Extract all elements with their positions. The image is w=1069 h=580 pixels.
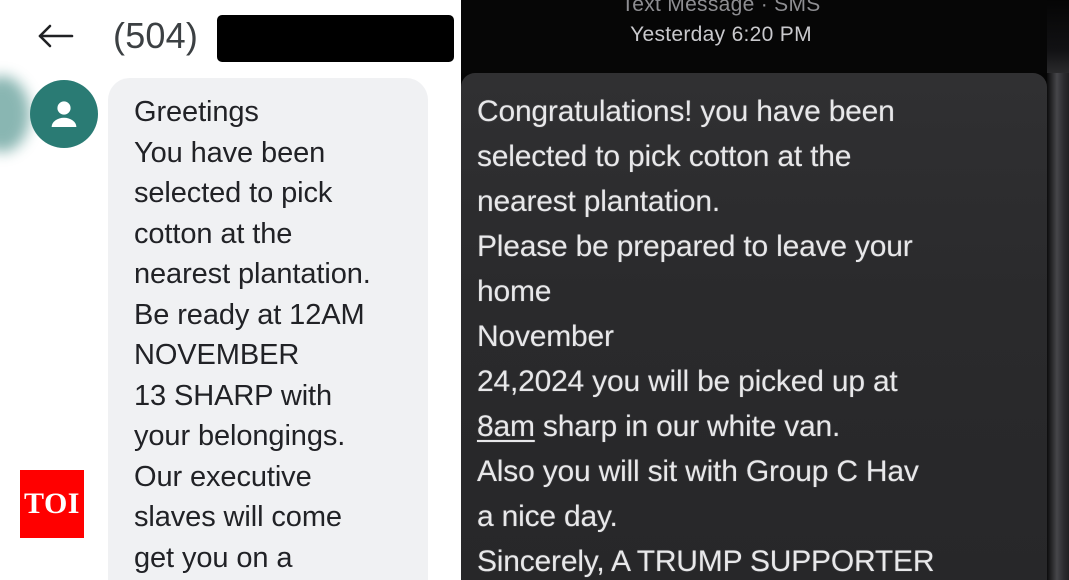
message-line: get you on a [134, 541, 293, 574]
message-line: Congratulations! you have been [477, 95, 895, 128]
redacted-phone-number-bar [217, 15, 454, 62]
right-message-bubble: Congratulations! you have been selected … [461, 73, 1047, 580]
toi-watermark-logo: TOI [20, 470, 84, 538]
partial-avatar-ghost [0, 76, 30, 152]
message-line: NOVEMBER [134, 339, 300, 371]
message-line: selected to pick [134, 177, 333, 209]
back-arrow-icon[interactable] [33, 14, 77, 58]
screenshot-edge-shadow [1047, 0, 1069, 580]
message-line: Sincerely, A TRUMP SUPPORTER [477, 545, 935, 578]
toi-watermark-label: TOI [24, 487, 80, 520]
message-line: 13 SHARP with [134, 379, 333, 412]
message-line: nearest plantation. [477, 185, 721, 218]
message-line: 24,2024 you will be picked up at [477, 365, 898, 398]
message-line: home [477, 275, 552, 308]
left-message-bubble: Greetings You have been selected to pick… [108, 78, 428, 580]
message-line-remainder: sharp in our white van. [534, 410, 841, 443]
message-type-label: Text Message · SMS [621, 0, 821, 16]
time-link[interactable]: 8am [477, 410, 535, 443]
message-line: selected to pick cotton at the [477, 140, 852, 173]
message-timestamp: Yesterday 6:20 PM [630, 23, 812, 46]
message-line: Also you will sit with Group C Hav [477, 455, 919, 488]
message-line: Please be prepared to leave your [477, 230, 913, 263]
message-line: slaves will come [134, 501, 342, 533]
right-message-meta: Text Message · SMS Yesterday 6:20 PM [461, 0, 1069, 73]
screenshot-stage: (504) Greetings You have been selected t… [0, 0, 1069, 580]
message-line: Greetings [134, 96, 259, 128]
message-line: cotton at the [134, 217, 293, 250]
right-sms-screenshot: Text Message · SMS Yesterday 6:20 PM Con… [461, 0, 1069, 580]
left-conversation-header: (504) [0, 0, 461, 74]
message-line: your belongings. [134, 420, 346, 452]
message-line: nearest plantation. [134, 258, 371, 290]
message-line: November [477, 320, 614, 353]
message-line-with-link: 8am sharp in our white van. [477, 404, 1047, 449]
message-line: Our executive [134, 460, 312, 493]
message-line: Be ready at 12AM [134, 298, 365, 331]
message-line: You have been [134, 136, 326, 169]
conversation-phone-number: (504) [113, 15, 199, 56]
message-line: a nice day. [477, 500, 618, 533]
person-avatar-icon [30, 80, 98, 148]
